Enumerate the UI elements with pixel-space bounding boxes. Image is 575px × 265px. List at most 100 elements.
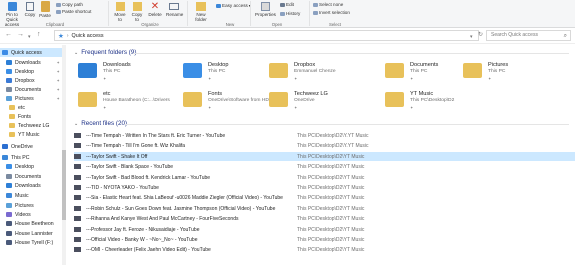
refresh-icon[interactable]: ↻ bbox=[478, 31, 483, 39]
up-arrow-icon[interactable]: ↑ bbox=[37, 31, 41, 39]
folder-icon bbox=[385, 63, 404, 78]
sidebar-item[interactable]: Downloads ✦ bbox=[0, 58, 65, 67]
copy-path-button[interactable]: Copy path bbox=[56, 2, 83, 7]
sidebar-item[interactable]: Videos bbox=[0, 210, 65, 219]
sidebar-item[interactable]: House Tyrell (F:) bbox=[0, 238, 65, 247]
sidebar-item[interactable]: Techweez LG bbox=[0, 121, 65, 130]
move-to-icon bbox=[115, 2, 125, 11]
rename-button[interactable]: Rename bbox=[166, 0, 183, 17]
recent-file-row[interactable]: ---Time Tempah - Till I'm Gone ft. Wiz K… bbox=[74, 141, 575, 150]
breadcrumb-quick-access[interactable]: Quick access bbox=[72, 33, 104, 39]
recent-file-row[interactable]: ---TID - NYOTA YAKO - YouTube This PC\Des… bbox=[74, 183, 575, 192]
paste-shortcut-button[interactable]: Paste shortcut bbox=[56, 9, 91, 14]
invert-selection-icon bbox=[313, 10, 318, 15]
recent-file-row[interactable]: ---OMI - Cheerleader (Felix Jaehn Video … bbox=[74, 245, 575, 254]
file-name: ---TID - NYOTA YAKO - YouTube bbox=[86, 185, 159, 191]
folder-location: This PC bbox=[488, 69, 506, 74]
folder-icon bbox=[6, 96, 12, 101]
recent-file-row[interactable]: ---Rihanna And Kanye West And Paul McCar… bbox=[74, 214, 575, 223]
sidebar-scrollbar-thumb[interactable] bbox=[62, 150, 66, 220]
frequent-folder-tile[interactable]: Pictures This PC ✦ bbox=[459, 60, 555, 84]
properties-button[interactable]: Properties bbox=[255, 0, 276, 17]
sidebar-item-label: Downloads bbox=[15, 59, 41, 66]
address-bar[interactable]: ★ › Quick access bbox=[54, 30, 479, 41]
frequent-folder-tile[interactable]: Dropbox Emmanuel Chenze ✦ bbox=[265, 60, 361, 84]
sidebar-item[interactable]: Pictures ✦ bbox=[0, 94, 65, 103]
select-none-icon bbox=[313, 2, 318, 7]
sidebar-item[interactable]: Fonts bbox=[0, 112, 65, 121]
move-to-button[interactable]: Move to bbox=[113, 0, 127, 22]
file-location: This PC\Desktop\D2\Y.YT Music bbox=[297, 133, 369, 139]
recent-file-row[interactable]: ---Time Tempah - Written In The Stars ft… bbox=[74, 131, 575, 140]
easy-access-button[interactable]: Easy access ▾ bbox=[216, 3, 251, 8]
sidebar-item[interactable]: Documents ✦ bbox=[0, 85, 65, 94]
sidebar-item[interactable]: etc bbox=[0, 103, 65, 112]
recent-file-row[interactable]: ---Taylor Swift - Bad Blood ft. Kendrick… bbox=[74, 173, 575, 182]
recent-file-row[interactable]: ---Professor Jay ft. Feroze - Nikusaidia… bbox=[74, 225, 575, 234]
frequent-folder-tile[interactable]: Techweez LG OneDrive ✦ bbox=[265, 89, 361, 113]
sidebar-item[interactable]: Dropbox ✦ bbox=[0, 76, 65, 85]
new-folder-button[interactable]: New folder bbox=[192, 0, 210, 22]
edit-button[interactable]: Edit bbox=[280, 2, 294, 7]
select-none-button[interactable]: Select none bbox=[313, 2, 343, 7]
sidebar-item[interactable]: OneDrive bbox=[0, 142, 65, 151]
search-input[interactable]: Search Quick access ⌕ bbox=[486, 30, 571, 41]
sidebar-item-label: House Beetheon bbox=[15, 220, 54, 227]
folder-icon bbox=[78, 92, 97, 107]
sidebar-item[interactable]: Documents bbox=[0, 172, 65, 181]
copy-button[interactable]: Copy bbox=[24, 0, 36, 17]
sidebar-item[interactable]: Music bbox=[0, 191, 65, 200]
address-dropdown-icon[interactable]: ▾ bbox=[470, 33, 473, 41]
history-button[interactable]: History bbox=[280, 11, 300, 16]
recent-file-row[interactable]: ---Robin Schulz - Sun Goes Down feat. Ja… bbox=[74, 204, 575, 213]
forward-arrow-icon[interactable]: → bbox=[17, 31, 24, 39]
file-thumbnail-icon bbox=[74, 164, 81, 170]
sidebar-item[interactable]: This PC bbox=[0, 153, 65, 162]
recent-files-header[interactable]: ⌄ Recent files (20) bbox=[74, 120, 127, 127]
copy-to-button[interactable]: Copy to bbox=[130, 0, 144, 22]
sidebar-item[interactable]: House Beetheon bbox=[0, 219, 65, 228]
recent-locations-chevron-icon[interactable]: ▾ bbox=[28, 33, 31, 41]
pin-icon: ✦ bbox=[56, 78, 60, 83]
paste-button[interactable]: Paste bbox=[38, 0, 52, 18]
sidebar-item[interactable]: Pictures bbox=[0, 201, 65, 210]
frequent-folder-tile[interactable]: YT Music This PC\Desktop\D2 ✦ bbox=[381, 89, 477, 113]
sidebar-item[interactable]: YT Music bbox=[0, 130, 65, 139]
delete-icon: ✕ bbox=[150, 1, 160, 12]
copy-to-icon bbox=[132, 2, 142, 11]
recent-file-row[interactable]: ---Taylor Swift - Shake It Off This PC\De… bbox=[74, 151, 575, 161]
frequent-folder-tile[interactable]: Desktop This PC ✦ bbox=[179, 60, 275, 84]
folder-icon bbox=[6, 164, 12, 169]
file-location: This PC\Desktop\D2\YT Music bbox=[297, 205, 365, 212]
content-pane: ⌄ Frequent folders (9) Downloads This PC ✦… bbox=[67, 45, 575, 265]
select-none-label: Select none bbox=[319, 2, 344, 7]
recent-file-row[interactable]: ---Official Video - Banky W - ~No~_No~ -… bbox=[74, 235, 575, 244]
easy-access-icon bbox=[216, 3, 221, 8]
pin-icon: ✦ bbox=[56, 69, 60, 74]
frequent-folders-title: Frequent folders (9) bbox=[81, 49, 137, 56]
sidebar-item[interactable]: Downloads bbox=[0, 181, 65, 190]
sidebar-item-label: Dropbox bbox=[15, 77, 35, 84]
sidebar-item[interactable]: Desktop bbox=[0, 162, 65, 171]
pin-icon: ✦ bbox=[208, 76, 212, 81]
recent-file-row[interactable]: ---Taylor Swift - Blank Space - YouTube T… bbox=[74, 162, 575, 171]
folder-name: Desktop bbox=[208, 62, 229, 68]
frequent-folder-tile[interactable]: Fonts OneDrive\Software from HD1 ✦ bbox=[179, 89, 275, 113]
recent-file-row[interactable]: ---Sia - Elastic Heart feat. Shia LaBeou… bbox=[74, 193, 575, 202]
back-arrow-icon[interactable]: ← bbox=[5, 31, 12, 39]
sidebar-item[interactable]: House Lannister bbox=[0, 229, 65, 238]
frequent-folder-tile[interactable]: Downloads This PC ✦ bbox=[74, 60, 170, 84]
pin-to-quick-access-button[interactable]: Pin to Quick access bbox=[2, 0, 22, 27]
file-name: ---Taylor Swift - Bad Blood ft. Kendrick… bbox=[86, 174, 211, 181]
folder-icon bbox=[9, 105, 15, 110]
paste-shortcut-label: Paste shortcut bbox=[62, 9, 92, 14]
sidebar-item[interactable]: Quick access bbox=[0, 48, 65, 57]
frequent-folder-tile[interactable]: etc House Baratheon (C:...\Drivers ✦ bbox=[74, 89, 170, 113]
folder-icon bbox=[78, 63, 97, 78]
sidebar-item[interactable]: Desktop ✦ bbox=[0, 67, 65, 76]
file-location: This PC\Desktop\D2\YT Music bbox=[297, 185, 365, 191]
delete-button[interactable]: ✕ Delete bbox=[148, 0, 162, 17]
frequent-folders-header[interactable]: ⌄ Frequent folders (9) bbox=[74, 49, 137, 56]
delete-label: Delete bbox=[148, 12, 162, 17]
invert-selection-button[interactable]: Invert selection bbox=[313, 10, 350, 15]
